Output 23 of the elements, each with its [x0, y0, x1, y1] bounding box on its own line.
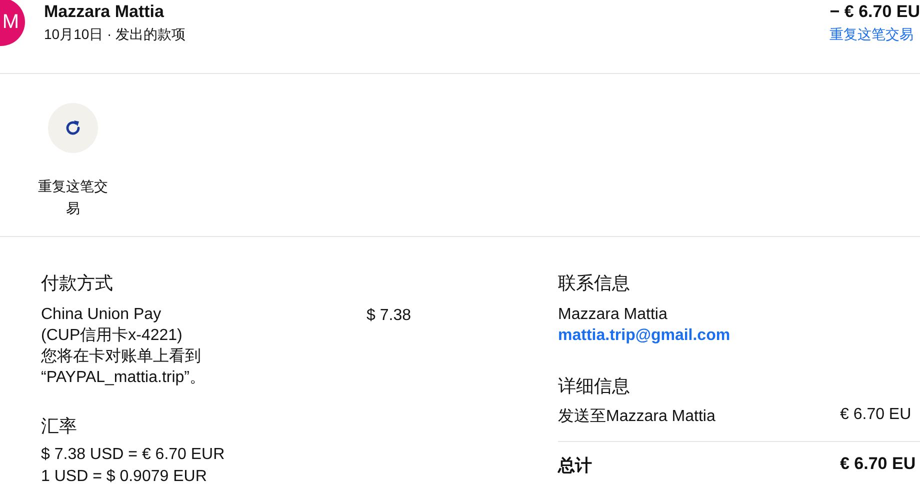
- payment-method-text: (CUP信用卡x-4221): [41, 326, 184, 346]
- payee-name: Mazzara Mattia: [44, 2, 165, 22]
- transaction-amount: − € 6.70 EU: [830, 2, 920, 22]
- exchange-rate-text: 1 USD = $ 0.9079 EUR: [41, 467, 208, 487]
- payment-amount: $ 7.38: [366, 307, 411, 325]
- section-heading: 付款方式: [41, 272, 113, 295]
- avatar: M: [0, 0, 25, 46]
- section-heading: 汇率: [41, 415, 77, 438]
- total-amount: € 6.70 EU: [840, 454, 917, 475]
- detail-amount: € 6.70 EU: [840, 406, 912, 425]
- repeat-button[interactable]: 重复这笔交易: [30, 103, 116, 219]
- section-heading: 联系信息: [558, 272, 630, 295]
- exchange-rate-text: $ 7.38 USD = € 6.70 EUR: [41, 445, 225, 465]
- section-heading: 详细信息: [558, 375, 630, 398]
- payment-method-text: 您将在卡对账单上看到: [41, 346, 202, 367]
- detail-label: 发送至Mazzara Mattia: [558, 407, 716, 427]
- email-link[interactable]: mattia.trip@gmail.com: [558, 325, 730, 346]
- transaction-date: 10月10日 · 发出的款项: [44, 26, 186, 44]
- total-label: 总计: [558, 455, 592, 477]
- payment-method-text: “PAYPAL_mattia.trip”。: [41, 368, 206, 388]
- repeat-link[interactable]: 重复这笔交易: [830, 26, 914, 44]
- payment-method-text: China Union Pay: [41, 305, 162, 325]
- contact-name: Mazzara Mattia: [558, 305, 668, 325]
